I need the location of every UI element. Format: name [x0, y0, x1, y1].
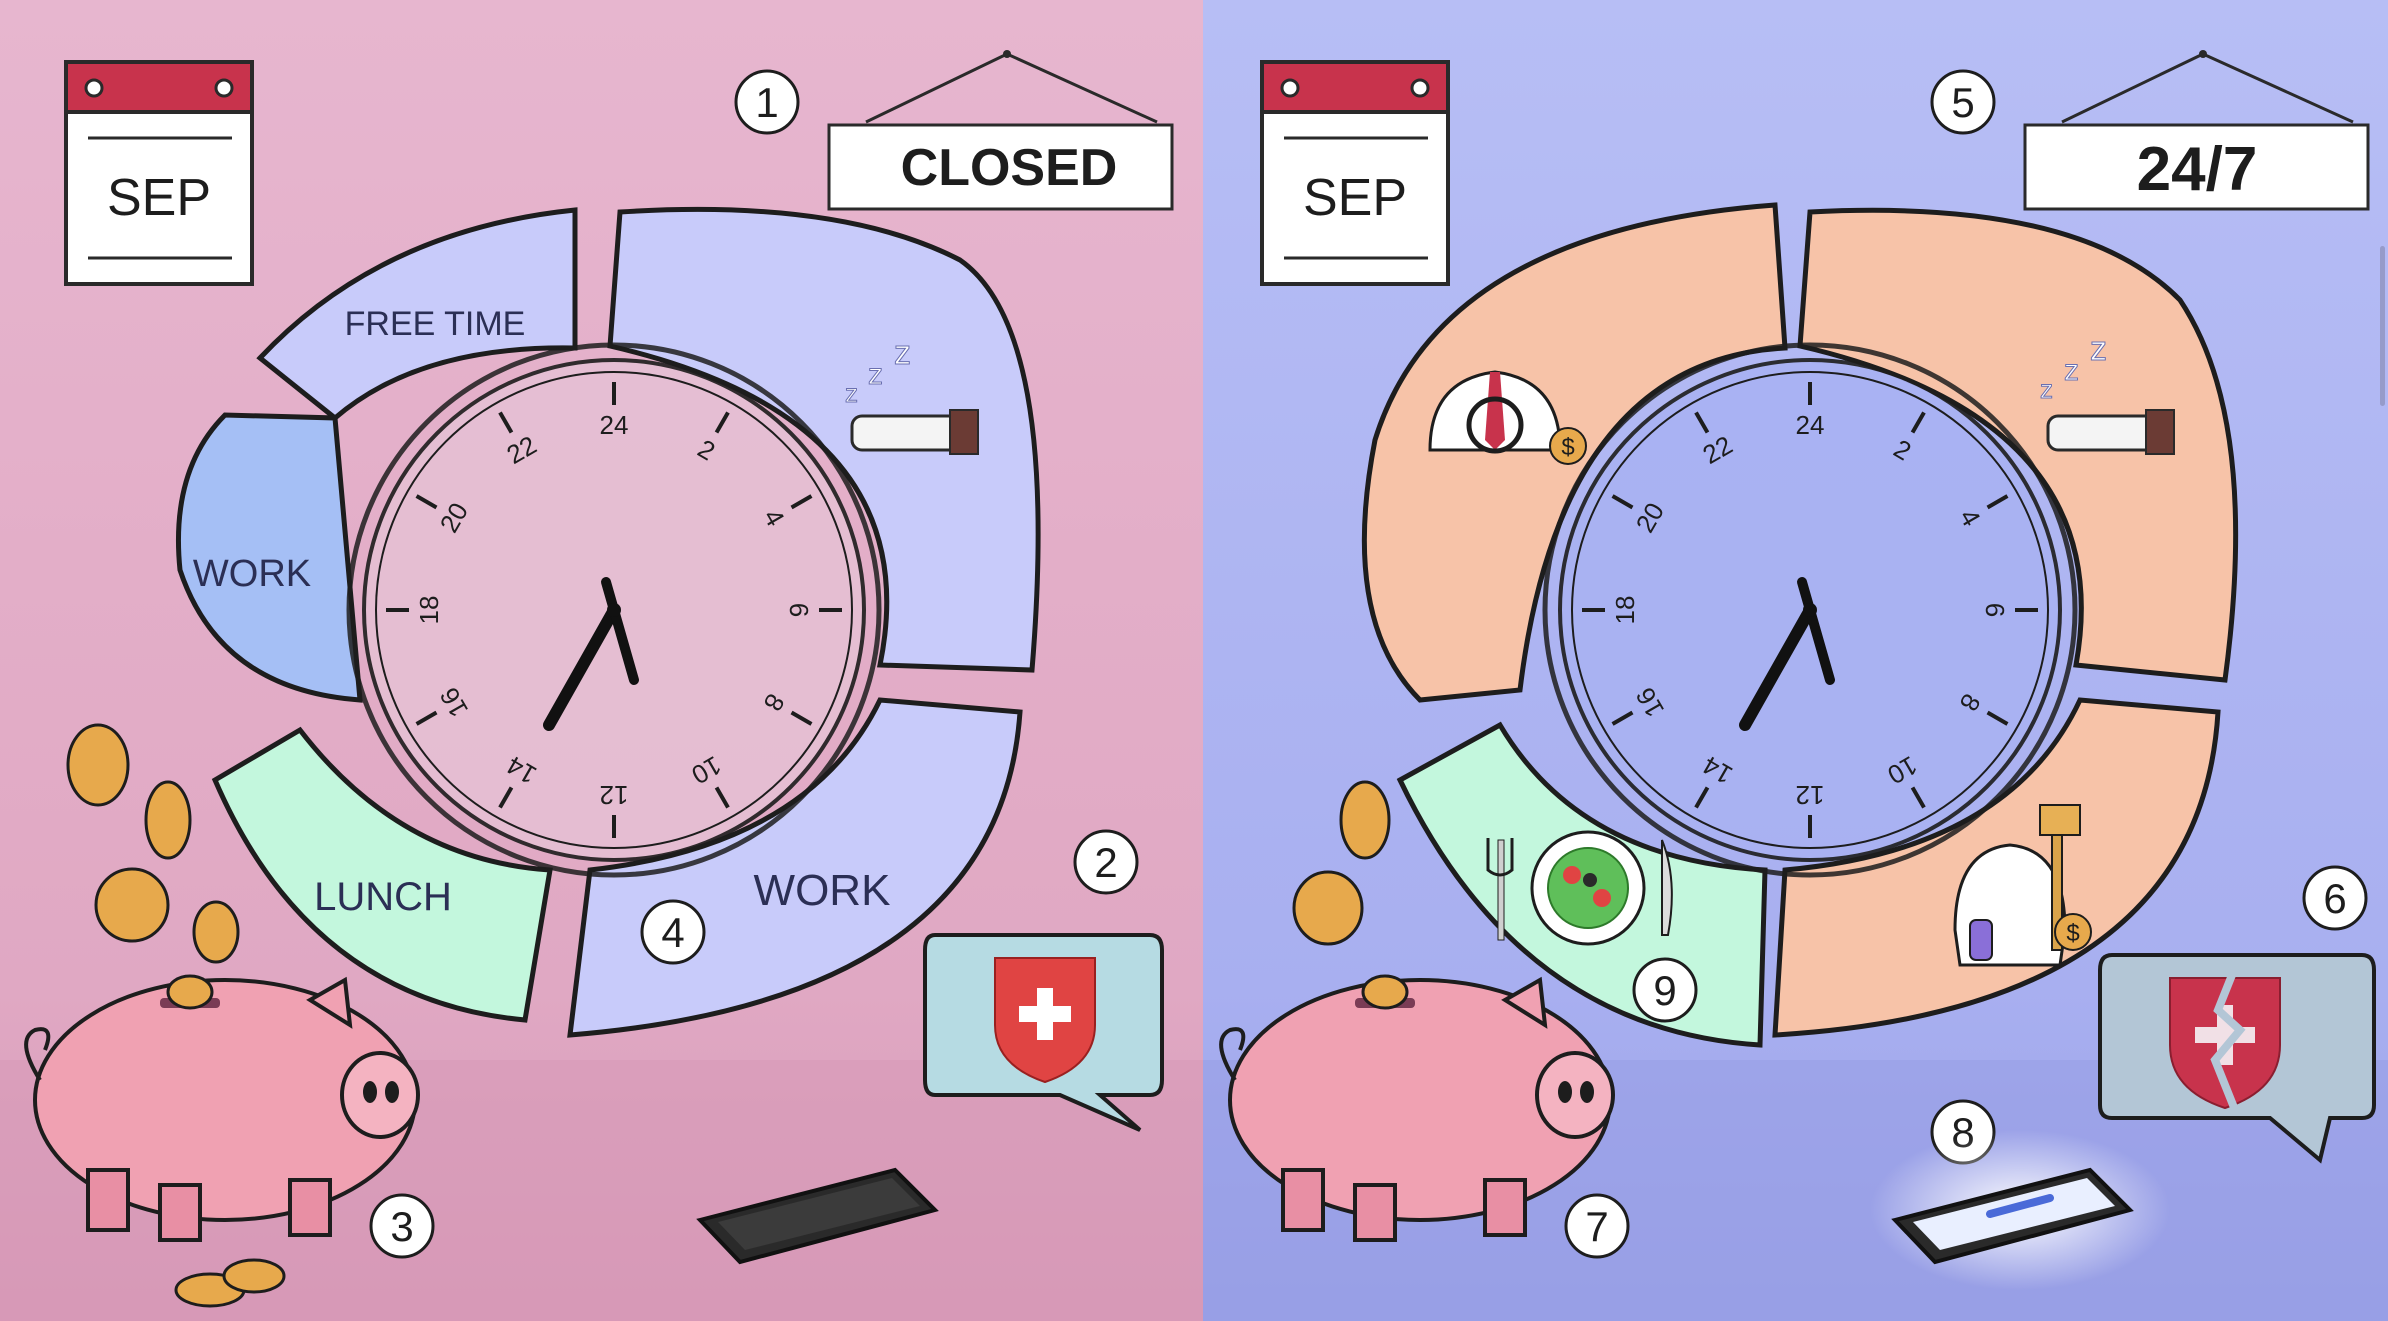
marker-9: 9 — [1632, 957, 1698, 1023]
marker-5: 5 — [1930, 69, 1996, 135]
svg-text:z: z — [868, 358, 883, 391]
phone-icon-right — [1870, 1130, 2170, 1290]
scrollbar[interactable] — [2380, 246, 2385, 406]
calendar-month-left: SEP — [107, 169, 211, 227]
clock-hour-label: 12 — [1796, 780, 1825, 810]
calendar-month-right: SEP — [1303, 169, 1407, 227]
illustration-canvas: SEP 1 CLOSED FREE TIME WORK LUNCH WORK z… — [0, 0, 2388, 1321]
segment-label-work-left: WORK — [193, 553, 311, 595]
svg-text:$: $ — [2066, 920, 2079, 947]
svg-text:$: $ — [1561, 434, 1574, 461]
marker-7-label: 7 — [1585, 1203, 1608, 1250]
marker-4-label: 4 — [661, 909, 684, 956]
clock-hour-label: 12 — [600, 780, 629, 810]
clock-hour-label: 18 — [1610, 596, 1640, 625]
svg-text:z: z — [2090, 330, 2107, 368]
marker-6-label: 6 — [2323, 875, 2346, 922]
marker-4: 4 — [640, 899, 706, 965]
marker-6: 6 — [2302, 865, 2368, 931]
sign-text-left: CLOSED — [901, 139, 1118, 197]
clock-hub — [607, 603, 621, 617]
clock-hub — [1803, 603, 1817, 617]
marker-2: 2 — [1073, 829, 1139, 895]
segment-label-free-time: FREE TIME — [345, 305, 526, 343]
marker-1: 1 — [734, 69, 800, 135]
segment-label-work-right: WORK — [754, 866, 891, 915]
clock-hour-label: 24 — [1796, 410, 1825, 440]
segment-label-lunch: LUNCH — [314, 875, 452, 919]
clock-hour-label: 6 — [784, 603, 814, 617]
marker-3: 3 — [369, 1193, 435, 1259]
marker-1-label: 1 — [755, 79, 778, 126]
clock-hour-label: 18 — [414, 596, 444, 625]
svg-text:z: z — [2064, 354, 2079, 387]
svg-text:z: z — [2040, 374, 2053, 404]
sign-text-right: 24/7 — [2137, 135, 2258, 204]
marker-7: 7 — [1564, 1193, 1630, 1259]
clock-hour-label: 6 — [1980, 603, 2010, 617]
clock-hour-label: 24 — [600, 410, 629, 440]
svg-text:z: z — [894, 334, 911, 372]
marker-9-label: 9 — [1653, 967, 1676, 1014]
marker-3-label: 3 — [390, 1203, 413, 1250]
illustration-stage: SEP 1 CLOSED FREE TIME WORK LUNCH WORK z… — [0, 0, 2388, 1321]
marker-5-label: 5 — [1951, 79, 1974, 126]
marker-2-label: 2 — [1094, 839, 1117, 886]
svg-text:z: z — [845, 378, 858, 408]
